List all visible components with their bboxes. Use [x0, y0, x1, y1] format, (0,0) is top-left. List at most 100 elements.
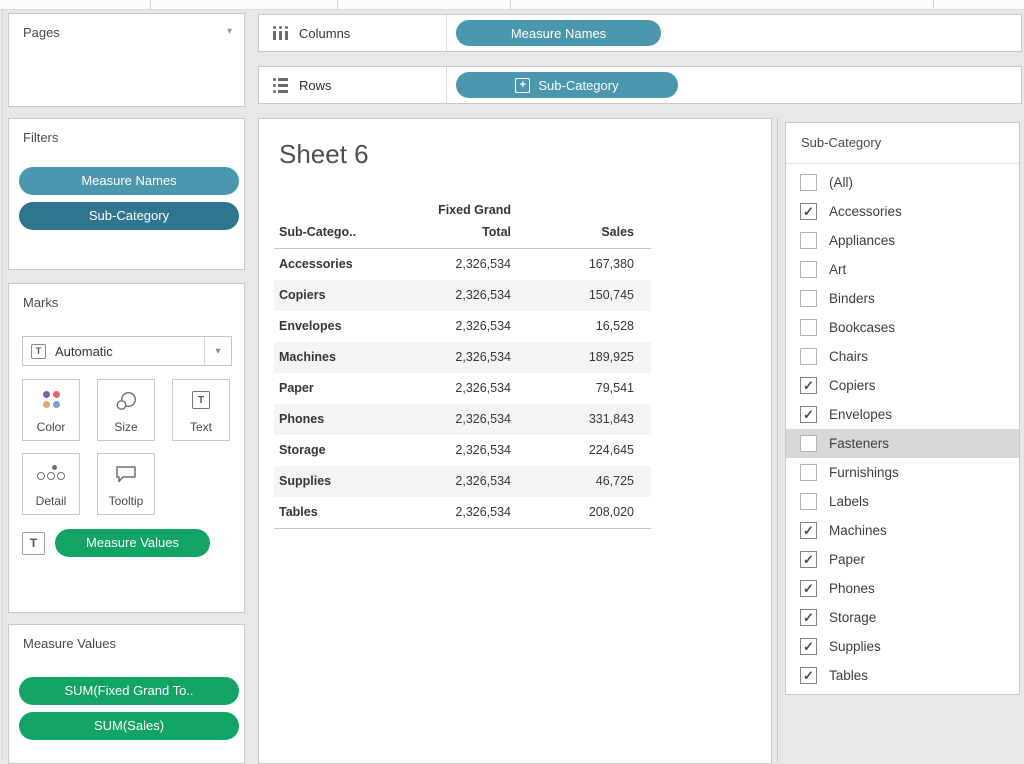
row-header-cell[interactable]: Paper: [274, 373, 401, 404]
fixed-grand-total-cell[interactable]: 2,326,534: [401, 466, 511, 497]
sales-cell[interactable]: 208,020: [511, 497, 634, 528]
fixed-grand-total-cell[interactable]: 2,326,534: [401, 280, 511, 311]
sales-cell[interactable]: 167,380: [511, 249, 634, 280]
color-button[interactable]: Color: [22, 379, 80, 441]
row-header-cell[interactable]: Supplies: [274, 466, 401, 497]
pane-divider[interactable]: [777, 118, 778, 762]
sales-cell[interactable]: 331,843: [511, 404, 634, 435]
expand-plus-icon[interactable]: +: [515, 78, 530, 93]
sales-cell[interactable]: 224,645: [511, 435, 634, 466]
column-header-sales[interactable]: Sales: [514, 225, 634, 239]
fixed-grand-total-cell[interactable]: 2,326,534: [401, 249, 511, 280]
checkbox[interactable]: ✓: [800, 667, 817, 684]
detail-button[interactable]: Detail: [22, 453, 80, 515]
filter-checkbox-item[interactable]: ✓ Machines: [786, 516, 1019, 545]
checkbox[interactable]: ✓: [800, 232, 817, 249]
checkbox[interactable]: ✓: [800, 464, 817, 481]
filters-card[interactable]: Filters Measure NamesSub-Category: [8, 118, 245, 270]
chevron-down-icon[interactable]: ▾: [227, 26, 232, 37]
sales-cell[interactable]: 79,541: [511, 373, 634, 404]
measure-pill[interactable]: SUM(Fixed Grand To..: [19, 677, 239, 705]
shelf-field-pill[interactable]: + Measure Names: [456, 20, 661, 46]
measure-pill[interactable]: SUM(Sales): [19, 712, 239, 740]
checkbox[interactable]: ✓: [800, 638, 817, 655]
chevron-down-icon[interactable]: ▾: [204, 337, 231, 365]
filter-checkbox-item[interactable]: ✓ Fasteners: [786, 429, 1019, 458]
fixed-grand-total-cell[interactable]: 2,326,534: [401, 373, 511, 404]
filter-checkbox-item[interactable]: ✓ Paper: [786, 545, 1019, 574]
field-pill[interactable]: Sub-Category: [19, 202, 239, 230]
checkbox[interactable]: ✓: [800, 551, 817, 568]
checkbox[interactable]: ✓: [800, 609, 817, 626]
checkbox[interactable]: ✓: [800, 290, 817, 307]
filter-checkbox-item[interactable]: ✓ Envelopes: [786, 400, 1019, 429]
checkbox[interactable]: ✓: [800, 522, 817, 539]
filter-checkbox-item[interactable]: ✓ Supplies: [786, 632, 1019, 661]
filter-checkbox-item[interactable]: ✓ Tables: [786, 661, 1019, 690]
sales-cell[interactable]: 189,925: [511, 342, 634, 373]
worksheet-view[interactable]: Sheet 6 Fixed Grand Sub-Catego.. Total S…: [258, 118, 772, 764]
field-pill[interactable]: Measure Names: [19, 167, 239, 195]
mark-type-dropdown[interactable]: T Automatic ▾: [22, 336, 232, 366]
table-row[interactable]: Machines 2,326,534 189,925: [274, 342, 651, 373]
sales-cell[interactable]: 16,528: [511, 311, 634, 342]
pages-shelf[interactable]: Pages ▾: [8, 13, 245, 107]
table-row[interactable]: Paper 2,326,534 79,541: [274, 373, 651, 404]
row-header-cell[interactable]: Accessories: [274, 249, 401, 280]
filter-checkbox-item[interactable]: ✓ (All): [786, 168, 1019, 197]
fixed-grand-total-cell[interactable]: 2,326,534: [401, 497, 511, 528]
filter-checkbox-item[interactable]: ✓ Storage: [786, 603, 1019, 632]
shelf-field-pill[interactable]: + Sub-Category: [456, 72, 678, 98]
measure-values-card[interactable]: Measure Values SUM(Fixed Grand To..SUM(S…: [8, 624, 245, 764]
filter-checkbox-item[interactable]: ✓ Chairs: [786, 342, 1019, 371]
checkbox[interactable]: ✓: [800, 261, 817, 278]
rows-shelf-body[interactable]: + Sub-Category: [447, 72, 1021, 98]
row-header-cell[interactable]: Phones: [274, 404, 401, 435]
row-header-cell[interactable]: Envelopes: [274, 311, 401, 342]
filter-checkbox-item[interactable]: ✓ Copiers: [786, 371, 1019, 400]
filter-checkbox-item[interactable]: ✓ Appliances: [786, 226, 1019, 255]
fixed-grand-total-cell[interactable]: 2,326,534: [401, 342, 511, 373]
row-header-cell[interactable]: Copiers: [274, 280, 401, 311]
filter-checkbox-item[interactable]: ✓ Furnishings: [786, 458, 1019, 487]
fixed-grand-total-cell[interactable]: 2,326,534: [401, 311, 511, 342]
table-row[interactable]: Supplies 2,326,534 46,725: [274, 466, 651, 497]
text-encoding-icon[interactable]: T: [22, 532, 45, 555]
filter-checkbox-item[interactable]: ✓ Accessories: [786, 197, 1019, 226]
column-header-fixed-grand-total[interactable]: Fixed Grand: [379, 203, 511, 217]
checkbox[interactable]: ✓: [800, 406, 817, 423]
filter-checkbox-item[interactable]: ✓ Binders: [786, 284, 1019, 313]
checkbox[interactable]: ✓: [800, 435, 817, 452]
table-row[interactable]: Accessories 2,326,534 167,380: [274, 249, 651, 280]
row-header-cell[interactable]: Machines: [274, 342, 401, 373]
table-row[interactable]: Copiers 2,326,534 150,745: [274, 280, 651, 311]
text-button[interactable]: T Text: [172, 379, 230, 441]
tooltip-button[interactable]: Tooltip: [97, 453, 155, 515]
checkbox[interactable]: ✓: [800, 377, 817, 394]
table-row[interactable]: Phones 2,326,534 331,843: [274, 404, 651, 435]
checkbox[interactable]: ✓: [800, 319, 817, 336]
filter-checkbox-item[interactable]: ✓ Art: [786, 255, 1019, 284]
checkbox[interactable]: ✓: [800, 203, 817, 220]
measure-values-pill[interactable]: Measure Values: [55, 529, 210, 557]
table-row[interactable]: Tables 2,326,534 208,020: [274, 497, 651, 528]
table-row[interactable]: Envelopes 2,326,534 16,528: [274, 311, 651, 342]
row-header-cell[interactable]: Storage: [274, 435, 401, 466]
columns-shelf-body[interactable]: + Measure Names: [447, 20, 1021, 46]
sales-cell[interactable]: 46,725: [511, 466, 634, 497]
checkbox[interactable]: ✓: [800, 174, 817, 191]
checkbox[interactable]: ✓: [800, 348, 817, 365]
checkbox[interactable]: ✓: [800, 580, 817, 597]
column-header-fixed-grand-total-line2[interactable]: Total: [379, 225, 511, 239]
rows-shelf[interactable]: Rows + Sub-Category: [258, 66, 1022, 104]
fixed-grand-total-cell[interactable]: 2,326,534: [401, 435, 511, 466]
fixed-grand-total-cell[interactable]: 2,326,534: [401, 404, 511, 435]
size-button[interactable]: Size: [97, 379, 155, 441]
filter-checkbox-item[interactable]: ✓ Bookcases: [786, 313, 1019, 342]
filter-checkbox-item[interactable]: ✓ Labels: [786, 487, 1019, 516]
sales-cell[interactable]: 150,745: [511, 280, 634, 311]
filter-checkbox-item[interactable]: ✓ Phones: [786, 574, 1019, 603]
columns-shelf[interactable]: Columns + Measure Names: [258, 14, 1022, 52]
table-row[interactable]: Storage 2,326,534 224,645: [274, 435, 651, 466]
column-header-sub-category[interactable]: Sub-Catego..: [279, 225, 356, 239]
